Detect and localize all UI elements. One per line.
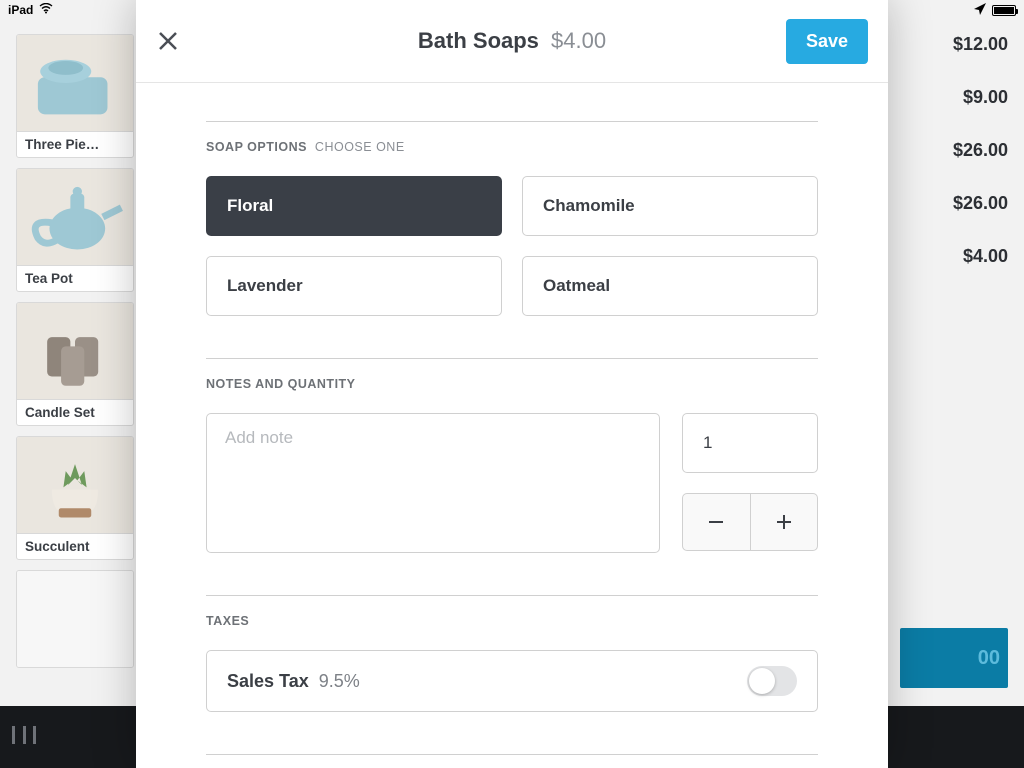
plus-icon [774, 512, 794, 532]
catalog-tile[interactable]: Candle Set [16, 302, 134, 426]
notes-header: Notes and Quantity [206, 359, 818, 391]
device-label: iPad [8, 3, 33, 17]
options-grid: Floral Chamomile Lavender Oatmeal [206, 176, 818, 316]
option-oatmeal[interactable]: Oatmeal [522, 256, 818, 316]
location-icon [974, 3, 986, 18]
modal-item-name: Bath Soaps [418, 28, 539, 53]
save-button[interactable]: Save [786, 19, 868, 64]
quantity-decrement[interactable] [683, 494, 751, 550]
option-lavender[interactable]: Lavender [206, 256, 502, 316]
item-modal: Bath Soaps $4.00 Save Soap Options Choos… [136, 0, 888, 768]
option-chamomile[interactable]: Chamomile [522, 176, 818, 236]
taxes-header: Taxes [206, 596, 818, 628]
quantity-increment[interactable] [751, 494, 818, 550]
catalog-tile-label: Candle Set [17, 399, 133, 425]
note-input[interactable] [206, 413, 660, 553]
catalog-tile[interactable]: Tea Pot [16, 168, 134, 292]
menu-icon[interactable] [12, 726, 36, 744]
quantity-value[interactable]: 1 [682, 413, 818, 473]
tax-name: Sales Tax [227, 671, 309, 692]
cart-line-price: $26.00 [900, 193, 1008, 214]
quantity-stepper [682, 493, 818, 551]
modal-title: Bath Soaps $4.00 [136, 28, 888, 54]
minus-icon [706, 512, 726, 532]
battery-icon [992, 5, 1016, 16]
catalog-tile-label: Tea Pot [17, 265, 133, 291]
catalog-tile-empty[interactable] [16, 570, 134, 668]
options-header: Soap Options Choose One [206, 122, 818, 154]
charge-amount-trail: 00 [978, 647, 1000, 670]
modal-header: Bath Soaps $4.00 Save [136, 0, 888, 83]
modal-body[interactable]: Soap Options Choose One Floral Chamomile… [136, 83, 888, 768]
tax-toggle[interactable] [747, 666, 797, 696]
cart-line-price: $9.00 [900, 87, 1008, 108]
tax-row: Sales Tax 9.5% [206, 650, 818, 712]
option-floral[interactable]: Floral [206, 176, 502, 236]
cart-line-price: $26.00 [900, 140, 1008, 161]
charge-button[interactable]: 00 [900, 628, 1008, 688]
tax-rate: 9.5% [319, 671, 360, 692]
cart-prices: $12.00 $9.00 $26.00 $26.00 $4.00 [900, 34, 1008, 299]
catalog-tile-label: Succulent [17, 533, 133, 559]
catalog-tile[interactable]: Three Pie… [16, 34, 134, 158]
wifi-icon [39, 3, 53, 17]
cart-line-price: $4.00 [900, 246, 1008, 267]
discounts-header: Discounts [206, 755, 818, 768]
catalog-tile[interactable]: Succulent [16, 436, 134, 560]
close-icon[interactable] [156, 29, 180, 53]
catalog-tile-label: Three Pie… [17, 131, 133, 157]
modal-item-price: $4.00 [551, 28, 606, 53]
cart-line-price: $12.00 [900, 34, 1008, 55]
catalog-column: Three Pie… Tea Pot Candle Set Succulent [16, 34, 134, 678]
